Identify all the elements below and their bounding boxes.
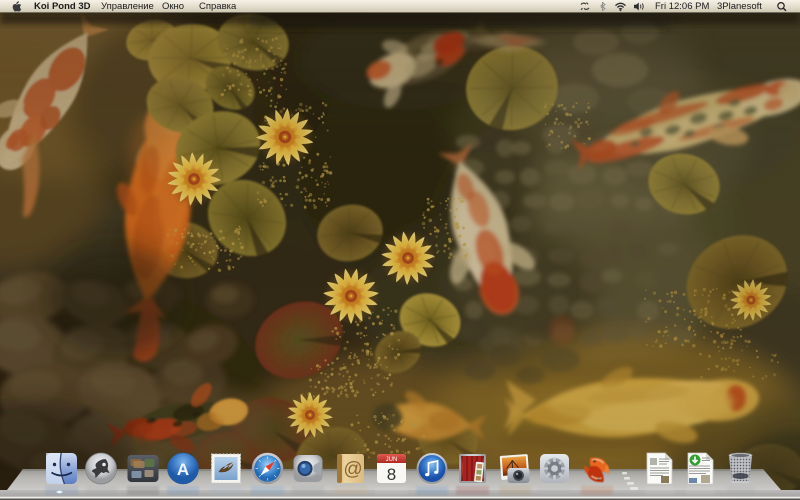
svg-text:A: A xyxy=(177,460,189,479)
svg-text:JUN: JUN xyxy=(386,457,398,463)
svg-text:3Planesoft: 3Planesoft xyxy=(717,1,762,12)
svg-text:Koi Pond 3D: Koi Pond 3D xyxy=(34,1,91,12)
svg-text:Управление: Управление xyxy=(101,1,154,12)
svg-text:8: 8 xyxy=(387,465,396,484)
svg-text:Fri 12:06 PM: Fri 12:06 PM xyxy=(655,1,709,12)
svg-text:@: @ xyxy=(343,459,362,480)
svg-text:Справка: Справка xyxy=(199,1,237,12)
svg-text:Окно: Окно xyxy=(162,1,184,12)
